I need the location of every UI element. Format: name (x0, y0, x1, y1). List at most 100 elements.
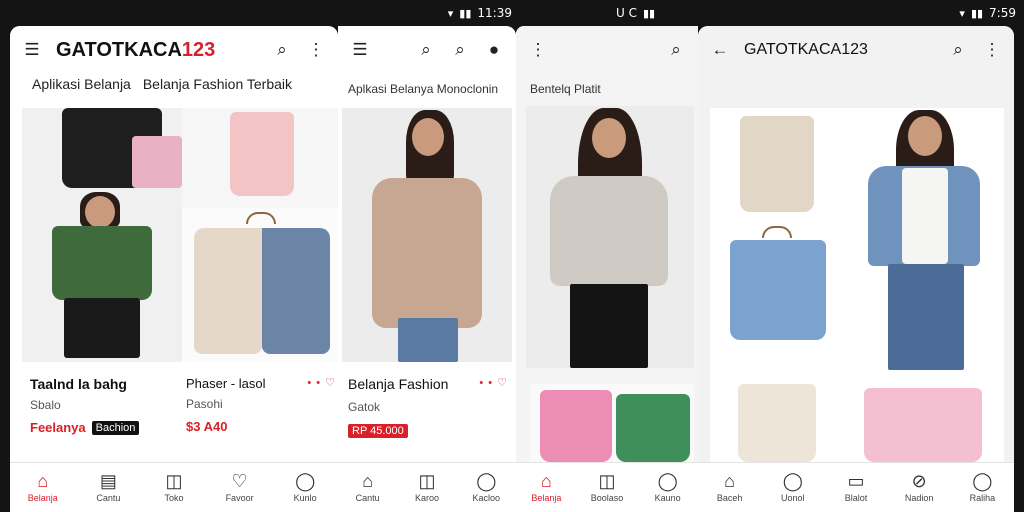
status-time-left: 11:39 (477, 6, 512, 20)
nav-item-label: Baceh (716, 493, 743, 503)
search-icon[interactable]: ⌕ (416, 40, 436, 60)
product-image-beige-blouse[interactable] (710, 108, 844, 220)
white-tee (902, 168, 948, 264)
menu-icon[interactable]: ☰ (22, 40, 42, 60)
product-image-dresses[interactable] (530, 384, 694, 462)
product-image-denim-shirt[interactable] (710, 220, 844, 370)
black-shorts (570, 284, 648, 368)
receipt-icon: ▤ (99, 471, 117, 491)
nav-item-label: Kunlo (293, 493, 317, 503)
promo-row: Feelanya Bachion (30, 420, 180, 435)
nav-item-3[interactable]: ◯ Kacloo (457, 472, 515, 503)
subtitle: Bentelq Platit (530, 82, 601, 96)
nav-item-2[interactable]: ◫ Boolaso (578, 472, 636, 503)
denim-shirt (730, 240, 826, 340)
wifi-icon: ▾ (959, 6, 965, 20)
nav-item-3[interactable]: ◫ Toko (145, 472, 203, 503)
hanger-icon (762, 226, 792, 238)
nav-item-1[interactable]: ⌂ Belanja (517, 472, 575, 503)
product-image-denim-vest[interactable] (844, 108, 1004, 370)
pink-blouse (230, 112, 294, 196)
category-badge: Bachion (91, 420, 140, 435)
home-icon: ⌂ (540, 471, 552, 491)
nav-item-1[interactable]: ⌂ Baceh (701, 472, 759, 503)
app-title: GATOTKACA123 (744, 41, 868, 58)
search-icon[interactable]: ⌕ (948, 40, 968, 60)
nav-item-label: Uonol (781, 493, 805, 503)
product-subtitle: Pasohi (186, 397, 223, 411)
nav-item-2[interactable]: ▤ Cantu (79, 472, 137, 503)
product-image-two-tone-shirt[interactable] (182, 208, 338, 362)
product-image-woman-green[interactable] (22, 108, 182, 362)
nav-item-5[interactable]: ◯ Raliha (953, 472, 1011, 503)
nav-item-label: Kacloo (472, 493, 501, 503)
model-face (412, 118, 444, 156)
more-icon[interactable]: ⋮ (982, 40, 1002, 60)
nav-item-label: Boolaso (590, 493, 624, 503)
status-time-right: 7:59 (989, 6, 1016, 20)
nav-item-label: Cantu (355, 493, 380, 503)
grey-wrap-top (550, 176, 668, 286)
search-icon[interactable]: ⌕ (666, 40, 686, 60)
more-dots-icon[interactable]: • • ♡ (479, 376, 508, 392)
back-arrow-icon[interactable]: ← (710, 40, 730, 60)
nav-item-label: Raliha (969, 493, 996, 503)
store-icon: ⌂ (362, 471, 374, 491)
phone-screen-2: ☰ ⌕ ⌕ ● Aplkasi Belanya Monoclonin Belan… (338, 26, 516, 512)
status-mid-label: U C (616, 6, 637, 20)
beige-blouse (740, 116, 814, 212)
nav-item-5[interactable]: ◯ Kunlo (276, 472, 334, 503)
product-card-1[interactable]: Taalnd la bahg Sbalo Feelanya Bachion (30, 376, 180, 435)
nav-item-4[interactable]: ⊘ Nadion (890, 472, 948, 503)
more-dots-icon[interactable]: • • ♡ (307, 376, 336, 391)
nav-item-4[interactable]: ♡ Favoor (211, 472, 269, 503)
phone-screen-3: ⋮ ⌕ Bentelq Platit ⌂ Belanja ◫ Boolaso ◯ Kaun… (516, 26, 698, 512)
product-name-row: Belanja Fashion • • ♡ (348, 376, 508, 392)
heart-icon: ♡ (231, 471, 248, 491)
pink-tee (864, 388, 982, 462)
home-icon: ⌂ (37, 471, 49, 491)
bottom-nav: ⌂ Belanja ◫ Boolaso ◯ Kauno (516, 462, 698, 512)
search-icon[interactable]: ⌕ (450, 40, 470, 60)
nav-item-2[interactable]: ◫ Karoo (398, 472, 456, 503)
nav-item-label: Karoo (414, 493, 439, 503)
compass-icon: ⊘ (911, 471, 927, 491)
product-card-2[interactable]: Phaser - lasol • • ♡ Pasohi $3 A40 (186, 376, 336, 434)
search-icon[interactable]: ⌕ (272, 40, 292, 60)
nav-item-3[interactable]: ▭ Blalot (827, 472, 885, 503)
product-name: Phaser - lasol • • ♡ (186, 376, 336, 391)
nav-item-1[interactable]: ⌂ Cantu (339, 472, 397, 503)
user-icon: ◯ (295, 471, 316, 491)
blue-half (262, 228, 330, 354)
product-image-cardigan[interactable] (342, 108, 512, 362)
menu-icon[interactable]: ☰ (350, 40, 370, 60)
app-bar: ☰ ⌕ ⌕ ● (338, 26, 516, 74)
more-icon[interactable]: ⋮ (306, 40, 326, 60)
status-bar-mid: U C ▮▮ (600, 0, 720, 26)
screenshot-stage: ▾ ▮▮ 11:39 U C ▮▮ ▾ ▮▮ 7:59 ☰ GATOTKACA1… (0, 0, 1024, 512)
product-image-pink-tee[interactable] (844, 370, 1004, 462)
nav-item-2[interactable]: ◯ Uonol (764, 472, 822, 503)
product-price: $3 A40 (186, 419, 228, 434)
profile-icon[interactable]: ● (484, 40, 504, 60)
nav-item-3[interactable]: ◯ Kauno (639, 472, 697, 503)
product-name: Taalnd la bahg (30, 376, 127, 392)
model-face (908, 116, 942, 156)
product-image-check-blouse[interactable] (710, 370, 844, 462)
nav-item-1[interactable]: ⌂ Belanja (14, 472, 72, 503)
calendar-icon: ▭ (847, 471, 865, 491)
subtitle-right: Belanja Fashion Terbaik (142, 76, 293, 92)
hanger-icon (246, 212, 276, 224)
product-image-pink-blouse[interactable] (182, 108, 338, 208)
bag-icon: ◫ (165, 471, 183, 491)
promo-label: Feelanya (30, 420, 86, 435)
more-icon[interactable]: ⋮ (528, 40, 548, 60)
user-icon: ◯ (782, 471, 803, 491)
profile-icon: ◯ (972, 471, 993, 491)
nav-item-label: Nadion (904, 493, 934, 503)
jeans (888, 264, 964, 370)
subtitle: Aplkasi Belanya Monoclonin (348, 82, 499, 96)
status-bar-left: ▾ ▮▮ 11:39 (330, 0, 520, 26)
product-card[interactable]: Belanja Fashion • • ♡ Gatok RP 45.000 (348, 376, 508, 438)
product-image-grey-wrap[interactable] (526, 106, 694, 368)
